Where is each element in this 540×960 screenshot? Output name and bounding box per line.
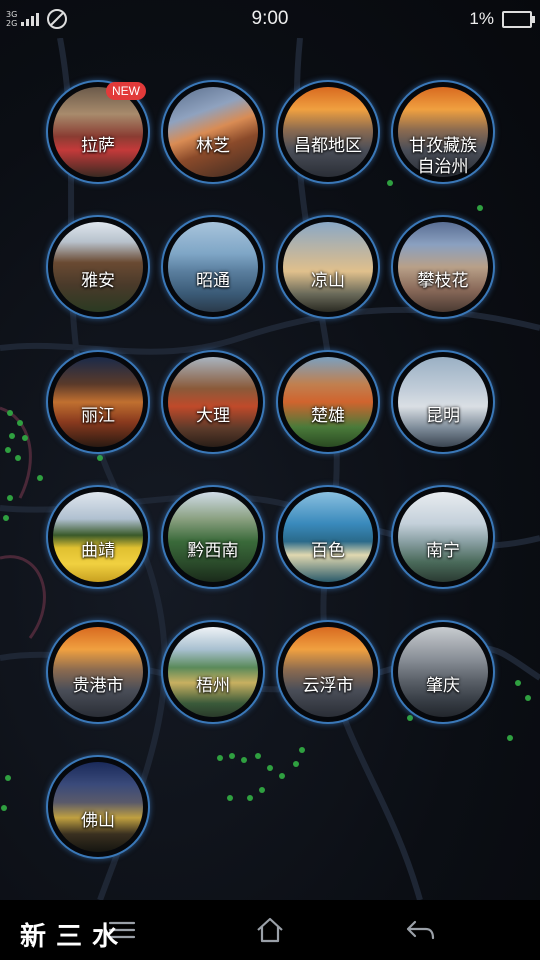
city-photo [53, 87, 143, 177]
city-photo [283, 87, 373, 177]
battery-area: 1% [469, 9, 535, 29]
city-lasa[interactable]: 拉萨 NEW [46, 80, 150, 184]
battery-icon [502, 10, 535, 28]
city-label: 百色 [311, 541, 345, 561]
city-label: 肇庆 [426, 676, 460, 696]
city-yaan[interactable]: 雅安 [46, 215, 150, 319]
city-photo [53, 627, 143, 717]
new-badge: NEW [106, 82, 146, 100]
status-bar: 3G 2G 9:00 1% [0, 0, 540, 38]
city-qianxinan[interactable]: 黔西南 [161, 485, 265, 589]
city-label: 大理 [196, 406, 230, 426]
city-zhaotong[interactable]: 昭通 [161, 215, 265, 319]
city-label: 昭通 [196, 271, 230, 291]
city-nanning[interactable]: 南宁 [391, 485, 495, 589]
city-changdu[interactable]: 昌都地区 [276, 80, 380, 184]
city-photo [398, 492, 488, 582]
city-label: 攀枝花 [417, 271, 469, 291]
city-label: 凉山 [311, 271, 345, 291]
city-photo [53, 222, 143, 312]
city-yunfu[interactable]: 云浮市 [276, 620, 380, 724]
battery-percent: 1% [469, 9, 494, 28]
city-label: 拉萨 [81, 136, 115, 156]
city-label: 丽江 [81, 406, 115, 426]
city-dali[interactable]: 大理 [161, 350, 265, 454]
city-photo [168, 627, 258, 717]
city-lijiang[interactable]: 丽江 [46, 350, 150, 454]
city-label: 林芝 [196, 136, 230, 156]
city-photo [283, 357, 373, 447]
city-label: 黔西南 [187, 541, 239, 561]
city-label: 甘孜藏族 自治州 [409, 136, 477, 177]
city-photo [168, 87, 258, 177]
city-label: 佛山 [81, 811, 115, 831]
city-linzhi[interactable]: 林芝 [161, 80, 265, 184]
city-label: 贵港市 [72, 676, 124, 696]
city-guigang[interactable]: 贵港市 [46, 620, 150, 724]
city-label: 曲靖 [81, 541, 115, 561]
city-liangshan[interactable]: 凉山 [276, 215, 380, 319]
city-foshan[interactable]: 佛山 [46, 755, 150, 859]
city-label: 云浮市 [302, 676, 354, 696]
city-kunming[interactable]: 昆明 [391, 350, 495, 454]
city-label: 南宁 [426, 541, 460, 561]
city-baise[interactable]: 百色 [276, 485, 380, 589]
city-photo [398, 357, 488, 447]
city-photo [398, 627, 488, 717]
city-chuxiong[interactable]: 楚雄 [276, 350, 380, 454]
city-label: 雅安 [81, 271, 115, 291]
city-panzhihua[interactable]: 攀枝花 [391, 215, 495, 319]
city-photo [53, 357, 143, 447]
city-label: 梧州 [196, 676, 230, 696]
city-photo [168, 492, 258, 582]
home-icon[interactable] [250, 914, 290, 946]
city-zhaoqing[interactable]: 肇庆 [391, 620, 495, 724]
city-photo [168, 357, 258, 447]
city-photo [53, 762, 143, 852]
city-photo [283, 222, 373, 312]
screen: 3G 2G 9:00 1% 拉萨 NEW 林芝 昌都地区 甘孜藏族 自治州 雅安… [0, 0, 540, 960]
back-icon[interactable] [400, 914, 440, 946]
city-photo [53, 492, 143, 582]
city-label: 昆明 [426, 406, 460, 426]
city-label: 楚雄 [311, 406, 345, 426]
city-label: 昌都地区 [294, 136, 362, 156]
city-photo [168, 222, 258, 312]
watermark: 新三水 [20, 922, 129, 952]
city-photo [283, 627, 373, 717]
city-ganzi[interactable]: 甘孜藏族 自治州 [391, 80, 495, 184]
city-qujing[interactable]: 曲靖 [46, 485, 150, 589]
city-photo [398, 222, 488, 312]
city-wuzhou[interactable]: 梧州 [161, 620, 265, 724]
city-photo [283, 492, 373, 582]
clock: 9:00 [251, 8, 289, 29]
